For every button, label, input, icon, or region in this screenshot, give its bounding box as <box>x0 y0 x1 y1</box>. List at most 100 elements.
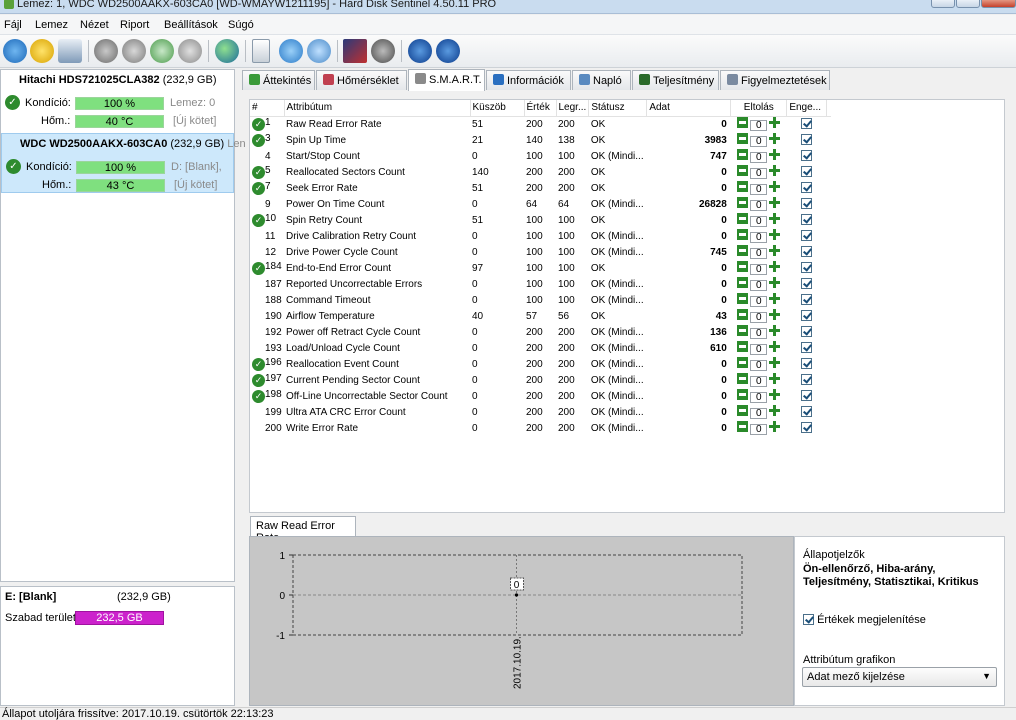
wrench-check-icon[interactable] <box>150 39 174 63</box>
document-icon[interactable] <box>252 39 270 63</box>
menu-disk[interactable]: Lemez <box>35 19 68 31</box>
offset-value[interactable]: 0 <box>750 328 768 339</box>
enabled-checkbox[interactable] <box>800 166 812 177</box>
increment-icon[interactable] <box>769 341 781 352</box>
offset-value[interactable]: 0 <box>750 248 768 259</box>
table-row[interactable]: 200 Write Error Rate 0 200 200 OK (Mindi... 0 0 <box>250 420 831 436</box>
increment-icon[interactable] <box>769 117 781 129</box>
show-values-option[interactable]: Értékek megjelenítése <box>803 614 926 626</box>
increment-icon[interactable] <box>769 421 781 432</box>
col-data[interactable]: Adat <box>646 100 732 117</box>
decrement-icon[interactable] <box>737 373 749 384</box>
enabled-checkbox[interactable] <box>800 118 812 130</box>
enabled-checkbox[interactable] <box>800 310 812 321</box>
increment-icon[interactable] <box>769 133 781 144</box>
menu-help[interactable]: Súgó <box>228 19 254 31</box>
offset-value[interactable]: 0 <box>750 232 768 243</box>
show-values-checkbox[interactable] <box>803 614 814 625</box>
increment-icon[interactable] <box>769 197 781 208</box>
increment-icon[interactable] <box>769 229 781 240</box>
decrement-icon[interactable] <box>737 389 749 400</box>
increment-icon[interactable] <box>769 293 781 304</box>
table-row[interactable]: ✓ 5 Reallocated Sectors Count 140 200 200 OK 0 0 <box>250 164 831 180</box>
offset-value[interactable]: 0 <box>750 344 768 355</box>
menu-report[interactable]: Riport <box>120 19 149 31</box>
col-id[interactable]: # <box>250 100 285 117</box>
offset-value[interactable]: 0 <box>750 152 768 163</box>
col-enabled[interactable]: Enge... <box>786 100 828 117</box>
increment-icon[interactable] <box>769 213 781 224</box>
table-row[interactable]: ✓ 1 Raw Read Error Rate 51 200 200 OK 0 0 <box>250 116 831 132</box>
tab-temperature[interactable]: Hőmérséklet <box>316 70 407 90</box>
table-row[interactable]: ✓ 7 Seek Error Rate 51 200 200 OK 0 0 <box>250 180 831 196</box>
offset-value[interactable]: 0 <box>750 376 768 387</box>
offset-value[interactable]: 0 <box>750 424 768 435</box>
table-row[interactable]: 192 Power off Retract Cycle Count 0 200 200 O… <box>250 324 831 340</box>
offset-value[interactable]: 0 <box>750 136 768 147</box>
decrement-icon[interactable] <box>737 213 749 224</box>
table-row[interactable]: ✓ 184 End-to-End Error Count 97 100 100 OK 0 0 <box>250 260 831 276</box>
decrement-icon[interactable] <box>737 245 749 256</box>
increment-icon[interactable] <box>769 261 781 272</box>
wrench-gear-icon[interactable] <box>122 39 146 63</box>
speaker-icon[interactable] <box>371 39 395 63</box>
enabled-checkbox[interactable] <box>800 246 812 257</box>
enabled-checkbox[interactable] <box>800 422 812 433</box>
wrench-icon[interactable] <box>94 39 118 63</box>
table-row[interactable]: 193 Load/Unload Cycle Count 0 200 200 OK (Min… <box>250 340 831 356</box>
enabled-checkbox[interactable] <box>800 342 812 353</box>
decrement-icon[interactable] <box>737 309 749 320</box>
maximize-button[interactable] <box>956 0 980 8</box>
table-row[interactable]: 187 Reported Uncorrectable Errors 0 100 100 O… <box>250 276 831 292</box>
table-row[interactable]: 9 Power On Time Count 0 64 64 OK (Mindi... 268… <box>250 196 831 212</box>
increment-icon[interactable] <box>769 325 781 336</box>
enabled-checkbox[interactable] <box>800 406 812 417</box>
offset-value[interactable]: 0 <box>750 392 768 403</box>
network-icon[interactable] <box>307 39 331 63</box>
table-row[interactable]: 190 Airflow Temperature 40 57 56 OK 43 0 <box>250 308 831 324</box>
tab-log[interactable]: Napló <box>572 70 631 90</box>
table-row[interactable]: ✓ 3 Spin Up Time 21 140 138 OK 3983 0 <box>250 132 831 148</box>
col-offset[interactable]: Eltolás <box>730 100 788 117</box>
enabled-checkbox[interactable] <box>800 230 812 241</box>
increment-icon[interactable] <box>769 389 781 400</box>
decrement-icon[interactable] <box>737 165 749 176</box>
enabled-checkbox[interactable] <box>800 182 812 193</box>
increment-icon[interactable] <box>769 149 781 160</box>
decrement-icon[interactable] <box>737 325 749 336</box>
enabled-checkbox[interactable] <box>800 278 812 289</box>
table-row[interactable]: ✓ 196 Reallocation Event Count 0 200 200 OK (M… <box>250 356 831 372</box>
menu-view[interactable]: Nézet <box>80 19 109 31</box>
tab-alerts[interactable]: Figyelmeztetések <box>720 70 830 90</box>
increment-icon[interactable] <box>769 245 781 256</box>
menu-settings[interactable]: Beállítások <box>164 19 218 31</box>
offset-value[interactable]: 0 <box>750 312 768 323</box>
decrement-icon[interactable] <box>737 117 749 129</box>
menu-file[interactable]: Fájl <box>4 19 22 31</box>
table-row[interactable]: ✓ 197 Current Pending Sector Count 0 200 200 O… <box>250 372 831 388</box>
decrement-icon[interactable] <box>737 277 749 288</box>
enabled-checkbox[interactable] <box>800 214 812 225</box>
col-attribute[interactable]: Attribútum <box>284 100 471 117</box>
disk-window-icon[interactable] <box>58 39 82 63</box>
table-row[interactable]: ✓ 10 Spin Retry Count 51 100 100 OK 0 0 <box>250 212 831 228</box>
minimize-button[interactable] <box>931 0 955 8</box>
tab-overview[interactable]: Áttekintés <box>242 70 315 90</box>
decrement-icon[interactable] <box>737 405 749 416</box>
close-button[interactable] <box>981 0 1016 8</box>
increment-icon[interactable] <box>769 165 781 176</box>
offset-value[interactable]: 0 <box>750 360 768 371</box>
offset-value[interactable]: 0 <box>750 296 768 307</box>
table-row[interactable]: 199 Ultra ATA CRC Error Count 0 200 200 OK (M… <box>250 404 831 420</box>
col-threshold[interactable]: Küszöb <box>470 100 525 117</box>
enabled-checkbox[interactable] <box>800 374 812 385</box>
increment-icon[interactable] <box>769 373 781 384</box>
offset-value[interactable]: 0 <box>750 120 768 132</box>
chart-icon[interactable] <box>343 39 367 63</box>
help-icon[interactable] <box>408 39 432 63</box>
increment-icon[interactable] <box>769 357 781 368</box>
offset-value[interactable]: 0 <box>750 408 768 419</box>
decrement-icon[interactable] <box>737 197 749 208</box>
decrement-icon[interactable] <box>737 293 749 304</box>
col-status[interactable]: Státusz <box>588 100 648 117</box>
